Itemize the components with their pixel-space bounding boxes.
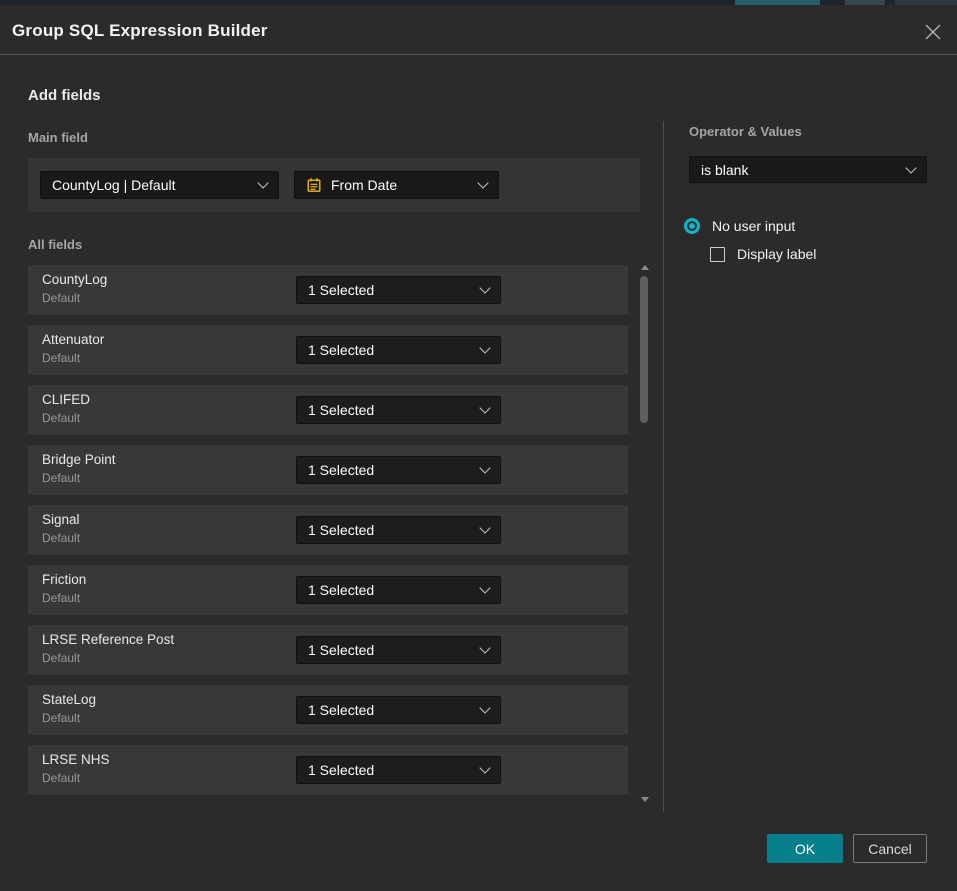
chevron-down-icon: [477, 177, 488, 188]
dialog-header: Group SQL Expression Builder: [0, 5, 957, 55]
field-selection-value: 1 Selected: [308, 522, 374, 538]
field-selection-dropdown[interactable]: 1 Selected: [296, 336, 501, 364]
operator-dropdown-value: is blank: [701, 162, 748, 178]
field-selection-dropdown[interactable]: 1 Selected: [296, 456, 501, 484]
chevron-down-icon: [479, 522, 490, 533]
field-selection-value: 1 Selected: [308, 702, 374, 718]
field-row-countylog[interactable]: CountyLog Default 1 Selected: [28, 265, 628, 315]
field-row-signal[interactable]: Signal Default 1 Selected: [28, 505, 628, 555]
field-selection-dropdown[interactable]: 1 Selected: [296, 756, 501, 784]
chevron-down-icon: [479, 462, 490, 473]
field-selection-value: 1 Selected: [308, 342, 374, 358]
field-name: Signal: [42, 512, 80, 527]
field-selection-dropdown[interactable]: 1 Selected: [296, 516, 501, 544]
all-fields-list: CountyLog Default 1 Selected Attenuator …: [28, 265, 628, 805]
chevron-down-icon: [479, 642, 490, 653]
field-selection-dropdown[interactable]: 1 Selected: [296, 576, 501, 604]
field-row-clifed[interactable]: CLIFED Default 1 Selected: [28, 385, 628, 435]
field-selection-value: 1 Selected: [308, 642, 374, 658]
chevron-down-icon: [479, 402, 490, 413]
main-field-panel: CountyLog | Default From Date: [28, 158, 640, 212]
panel-divider: [663, 121, 664, 812]
field-name: CLIFED: [42, 392, 90, 407]
field-subtitle: Default: [42, 651, 80, 665]
field-row-lrse-reference-post[interactable]: LRSE Reference Post Default 1 Selected: [28, 625, 628, 675]
field-name: LRSE NHS: [42, 752, 110, 767]
field-subtitle: Default: [42, 771, 80, 785]
field-selection-dropdown[interactable]: 1 Selected: [296, 276, 501, 304]
field-subtitle: Default: [42, 411, 80, 425]
main-field-source-value: CountyLog | Default: [52, 177, 176, 193]
chevron-down-icon: [479, 582, 490, 593]
calendar-icon: [306, 177, 322, 193]
field-name: LRSE Reference Post: [42, 632, 174, 647]
field-subtitle: Default: [42, 531, 80, 545]
no-user-input-radio[interactable]: No user input: [684, 218, 795, 234]
chevron-down-icon: [479, 762, 490, 773]
chevron-down-icon: [479, 342, 490, 353]
main-field-source-dropdown[interactable]: CountyLog | Default: [40, 171, 279, 199]
field-selection-dropdown[interactable]: 1 Selected: [296, 636, 501, 664]
field-row-statelog[interactable]: StateLog Default 1 Selected: [28, 685, 628, 735]
scrollbar-up-arrow-icon[interactable]: [641, 265, 649, 270]
radio-selected-icon: [684, 218, 700, 234]
main-field-label: Main field: [28, 130, 88, 145]
field-selection-value: 1 Selected: [308, 762, 374, 778]
display-label-label: Display label: [737, 246, 816, 262]
cancel-button[interactable]: Cancel: [853, 834, 927, 863]
scrollbar-down-arrow-icon[interactable]: [641, 797, 649, 802]
field-subtitle: Default: [42, 711, 80, 725]
field-selection-dropdown[interactable]: 1 Selected: [296, 696, 501, 724]
dialog-title: Group SQL Expression Builder: [12, 21, 268, 41]
field-row-friction[interactable]: Friction Default 1 Selected: [28, 565, 628, 615]
field-name: Attenuator: [42, 332, 104, 347]
ok-button[interactable]: OK: [767, 834, 843, 863]
scrollbar-thumb[interactable]: [640, 276, 648, 423]
checkbox-unchecked-icon: [710, 247, 725, 262]
field-row-bridge-point[interactable]: Bridge Point Default 1 Selected: [28, 445, 628, 495]
field-subtitle: Default: [42, 351, 80, 365]
main-field-field-dropdown[interactable]: From Date: [294, 171, 499, 199]
close-icon[interactable]: [922, 21, 944, 43]
field-subtitle: Default: [42, 291, 80, 305]
field-selection-value: 1 Selected: [308, 582, 374, 598]
chevron-down-icon: [257, 177, 268, 188]
operator-dropdown[interactable]: is blank: [689, 156, 927, 183]
chevron-down-icon: [479, 282, 490, 293]
add-fields-heading: Add fields: [28, 87, 101, 104]
no-user-input-label: No user input: [712, 218, 795, 234]
operator-values-label: Operator & Values: [689, 124, 802, 139]
field-name: Bridge Point: [42, 452, 116, 467]
field-name: StateLog: [42, 692, 96, 707]
field-selection-value: 1 Selected: [308, 282, 374, 298]
main-field-field-value: From Date: [331, 177, 397, 193]
all-fields-label: All fields: [28, 237, 82, 252]
field-name: CountyLog: [42, 272, 107, 287]
field-selection-value: 1 Selected: [308, 462, 374, 478]
field-name: Friction: [42, 572, 86, 587]
field-selection-dropdown[interactable]: 1 Selected: [296, 396, 501, 424]
field-row-lrse-nhs[interactable]: LRSE NHS Default 1 Selected: [28, 745, 628, 795]
field-subtitle: Default: [42, 471, 80, 485]
field-selection-value: 1 Selected: [308, 402, 374, 418]
chevron-down-icon: [479, 702, 490, 713]
group-sql-expression-builder-dialog: Group SQL Expression Builder Add fields …: [0, 0, 957, 891]
field-row-attenuator[interactable]: Attenuator Default 1 Selected: [28, 325, 628, 375]
chevron-down-icon: [905, 162, 916, 173]
display-label-checkbox[interactable]: Display label: [710, 246, 816, 262]
field-subtitle: Default: [42, 591, 80, 605]
